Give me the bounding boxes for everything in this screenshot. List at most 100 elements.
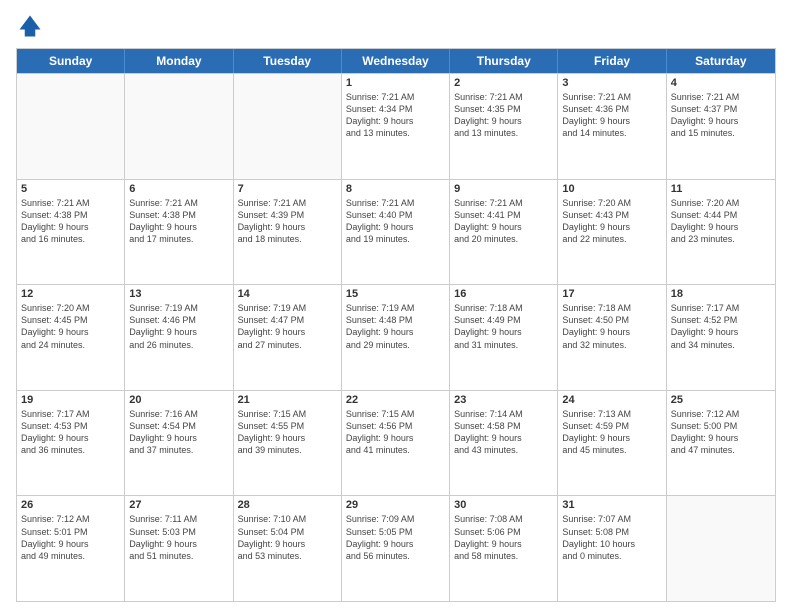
day-cell-12: 12 Sunrise: 7:20 AM Sunset: 4:45 PM Dayli…	[17, 285, 125, 390]
day-number: 29	[346, 499, 445, 511]
day-info: Sunrise: 7:19 AM Sunset: 4:47 PM Dayligh…	[238, 302, 337, 351]
empty-cell-r4c6	[667, 496, 775, 601]
calendar-header: SundayMondayTuesdayWednesdayThursdayFrid…	[17, 49, 775, 73]
day-cell-20: 20 Sunrise: 7:16 AM Sunset: 4:54 PM Dayli…	[125, 391, 233, 496]
day-cell-25: 25 Sunrise: 7:12 AM Sunset: 5:00 PM Dayli…	[667, 391, 775, 496]
day-info: Sunrise: 7:07 AM Sunset: 5:08 PM Dayligh…	[562, 513, 661, 562]
day-number: 23	[454, 394, 553, 406]
day-header-friday: Friday	[558, 49, 666, 73]
day-number: 13	[129, 288, 228, 300]
day-info: Sunrise: 7:12 AM Sunset: 5:01 PM Dayligh…	[21, 513, 120, 562]
day-cell-22: 22 Sunrise: 7:15 AM Sunset: 4:56 PM Dayli…	[342, 391, 450, 496]
day-number: 30	[454, 499, 553, 511]
day-header-wednesday: Wednesday	[342, 49, 450, 73]
day-cell-9: 9 Sunrise: 7:21 AM Sunset: 4:41 PM Daylig…	[450, 180, 558, 285]
calendar-body: 1 Sunrise: 7:21 AM Sunset: 4:34 PM Daylig…	[17, 73, 775, 601]
day-info: Sunrise: 7:10 AM Sunset: 5:04 PM Dayligh…	[238, 513, 337, 562]
day-number: 25	[671, 394, 771, 406]
empty-cell-r0c2	[234, 74, 342, 179]
empty-cell-r0c1	[125, 74, 233, 179]
calendar-row-5: 26 Sunrise: 7:12 AM Sunset: 5:01 PM Dayli…	[17, 495, 775, 601]
header	[16, 12, 776, 40]
day-number: 16	[454, 288, 553, 300]
day-number: 14	[238, 288, 337, 300]
day-info: Sunrise: 7:19 AM Sunset: 4:48 PM Dayligh…	[346, 302, 445, 351]
day-info: Sunrise: 7:21 AM Sunset: 4:37 PM Dayligh…	[671, 91, 771, 140]
calendar-row-4: 19Sunrise: 7:17 AM Sunset: 4:53 PM Dayli…	[17, 390, 775, 496]
day-number: 22	[346, 394, 445, 406]
day-cell-10: 10 Sunrise: 7:20 AM Sunset: 4:43 PM Dayli…	[558, 180, 666, 285]
day-cell-3: 3Sunrise: 7:21 AM Sunset: 4:36 PM Daylig…	[558, 74, 666, 179]
day-info: Sunrise: 7:21 AM Sunset: 4:41 PM Dayligh…	[454, 197, 553, 246]
day-number: 24	[562, 394, 661, 406]
day-cell-7: 7 Sunrise: 7:21 AM Sunset: 4:39 PM Daylig…	[234, 180, 342, 285]
day-info: Sunrise: 7:18 AM Sunset: 4:49 PM Dayligh…	[454, 302, 553, 351]
day-number: 31	[562, 499, 661, 511]
day-info: Sunrise: 7:18 AM Sunset: 4:50 PM Dayligh…	[562, 302, 661, 351]
day-number: 11	[671, 183, 771, 195]
day-info: Sunrise: 7:21 AM Sunset: 4:39 PM Dayligh…	[238, 197, 337, 246]
day-cell-19: 19Sunrise: 7:17 AM Sunset: 4:53 PM Dayli…	[17, 391, 125, 496]
day-number: 17	[562, 288, 661, 300]
day-info: Sunrise: 7:15 AM Sunset: 4:55 PM Dayligh…	[238, 408, 337, 457]
day-number: 6	[129, 183, 228, 195]
calendar-row-1: 1 Sunrise: 7:21 AM Sunset: 4:34 PM Daylig…	[17, 73, 775, 179]
day-number: 10	[562, 183, 661, 195]
calendar: SundayMondayTuesdayWednesdayThursdayFrid…	[16, 48, 776, 602]
day-info: Sunrise: 7:21 AM Sunset: 4:34 PM Dayligh…	[346, 91, 445, 140]
day-cell-14: 14 Sunrise: 7:19 AM Sunset: 4:47 PM Dayli…	[234, 285, 342, 390]
day-info: Sunrise: 7:21 AM Sunset: 4:38 PM Dayligh…	[129, 197, 228, 246]
day-info: Sunrise: 7:16 AM Sunset: 4:54 PM Dayligh…	[129, 408, 228, 457]
day-info: Sunrise: 7:21 AM Sunset: 4:38 PM Dayligh…	[21, 197, 120, 246]
day-number: 1	[346, 77, 445, 89]
day-number: 12	[21, 288, 120, 300]
day-cell-24: 24Sunrise: 7:13 AM Sunset: 4:59 PM Dayli…	[558, 391, 666, 496]
day-number: 18	[671, 288, 771, 300]
day-cell-6: 6 Sunrise: 7:21 AM Sunset: 4:38 PM Daylig…	[125, 180, 233, 285]
day-number: 27	[129, 499, 228, 511]
day-info: Sunrise: 7:21 AM Sunset: 4:40 PM Dayligh…	[346, 197, 445, 246]
day-cell-2: 2 Sunrise: 7:21 AM Sunset: 4:35 PM Daylig…	[450, 74, 558, 179]
day-cell-1: 1 Sunrise: 7:21 AM Sunset: 4:34 PM Daylig…	[342, 74, 450, 179]
day-number: 7	[238, 183, 337, 195]
day-cell-11: 11 Sunrise: 7:20 AM Sunset: 4:44 PM Dayli…	[667, 180, 775, 285]
day-number: 19	[21, 394, 120, 406]
day-info: Sunrise: 7:08 AM Sunset: 5:06 PM Dayligh…	[454, 513, 553, 562]
day-header-monday: Monday	[125, 49, 233, 73]
day-number: 5	[21, 183, 120, 195]
calendar-row-3: 12 Sunrise: 7:20 AM Sunset: 4:45 PM Dayli…	[17, 284, 775, 390]
day-number: 20	[129, 394, 228, 406]
day-info: Sunrise: 7:20 AM Sunset: 4:43 PM Dayligh…	[562, 197, 661, 246]
day-info: Sunrise: 7:21 AM Sunset: 4:35 PM Dayligh…	[454, 91, 553, 140]
logo-icon	[16, 12, 44, 40]
day-info: Sunrise: 7:19 AM Sunset: 4:46 PM Dayligh…	[129, 302, 228, 351]
day-number: 4	[671, 77, 771, 89]
day-cell-15: 15Sunrise: 7:19 AM Sunset: 4:48 PM Dayli…	[342, 285, 450, 390]
day-number: 28	[238, 499, 337, 511]
day-cell-26: 26 Sunrise: 7:12 AM Sunset: 5:01 PM Dayli…	[17, 496, 125, 601]
day-cell-17: 17 Sunrise: 7:18 AM Sunset: 4:50 PM Dayli…	[558, 285, 666, 390]
day-cell-13: 13 Sunrise: 7:19 AM Sunset: 4:46 PM Dayli…	[125, 285, 233, 390]
day-number: 3	[562, 77, 661, 89]
day-cell-5: 5 Sunrise: 7:21 AM Sunset: 4:38 PM Daylig…	[17, 180, 125, 285]
day-cell-28: 28 Sunrise: 7:10 AM Sunset: 5:04 PM Dayli…	[234, 496, 342, 601]
day-number: 2	[454, 77, 553, 89]
day-info: Sunrise: 7:12 AM Sunset: 5:00 PM Dayligh…	[671, 408, 771, 457]
day-number: 9	[454, 183, 553, 195]
day-number: 8	[346, 183, 445, 195]
day-cell-21: 21Sunrise: 7:15 AM Sunset: 4:55 PM Dayli…	[234, 391, 342, 496]
day-info: Sunrise: 7:15 AM Sunset: 4:56 PM Dayligh…	[346, 408, 445, 457]
day-number: 26	[21, 499, 120, 511]
day-info: Sunrise: 7:20 AM Sunset: 4:44 PM Dayligh…	[671, 197, 771, 246]
day-header-thursday: Thursday	[450, 49, 558, 73]
day-cell-30: 30 Sunrise: 7:08 AM Sunset: 5:06 PM Dayli…	[450, 496, 558, 601]
day-cell-18: 18Sunrise: 7:17 AM Sunset: 4:52 PM Dayli…	[667, 285, 775, 390]
day-info: Sunrise: 7:20 AM Sunset: 4:45 PM Dayligh…	[21, 302, 120, 351]
day-header-tuesday: Tuesday	[234, 49, 342, 73]
day-header-sunday: Sunday	[17, 49, 125, 73]
empty-cell-r0c0	[17, 74, 125, 179]
day-cell-27: 27 Sunrise: 7:11 AM Sunset: 5:03 PM Dayli…	[125, 496, 233, 601]
logo	[16, 12, 48, 40]
day-info: Sunrise: 7:11 AM Sunset: 5:03 PM Dayligh…	[129, 513, 228, 562]
day-cell-31: 31 Sunrise: 7:07 AM Sunset: 5:08 PM Dayli…	[558, 496, 666, 601]
